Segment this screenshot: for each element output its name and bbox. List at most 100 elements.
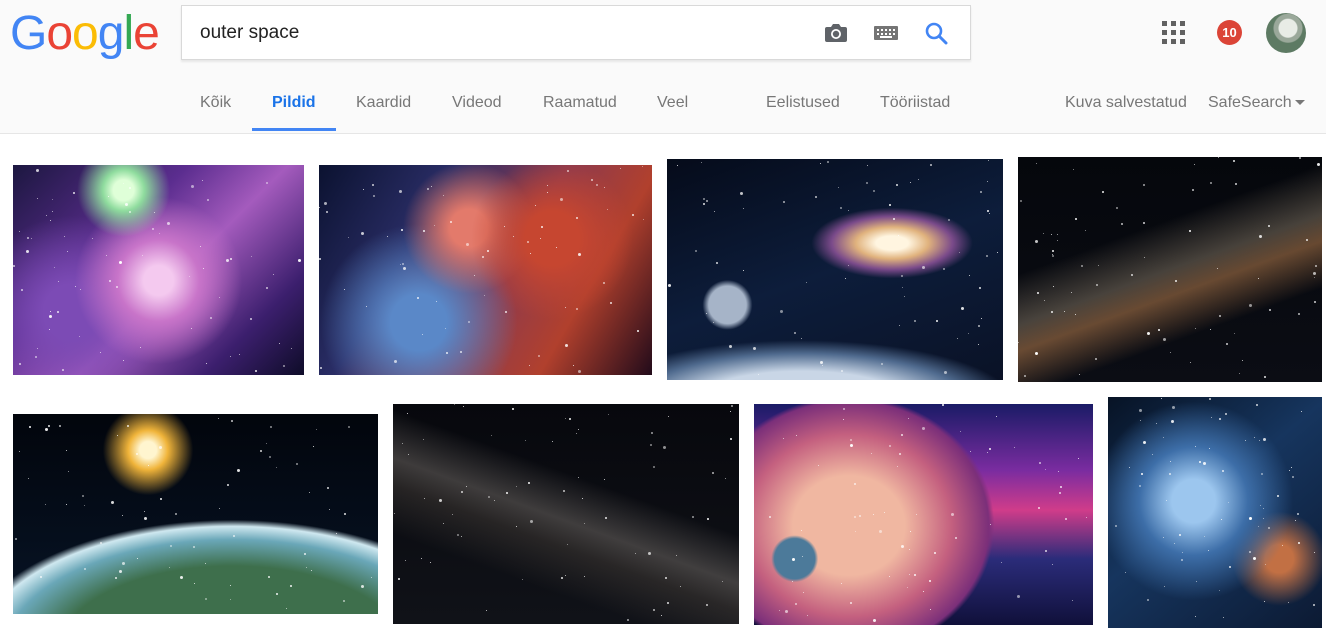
star-speck [578,370,581,373]
image-result[interactable] [319,165,652,375]
star-speck [843,408,845,410]
avatar[interactable] [1266,13,1306,53]
star-speck [695,250,697,252]
star-speck [1195,446,1196,447]
tab-pildid[interactable]: Pildid [272,94,316,112]
star-speck [547,185,548,186]
star-speck [407,413,408,414]
star-speck [66,450,67,451]
star-speck [348,426,350,428]
tab-tooriistad[interactable]: Tööriistad [880,94,950,112]
star-speck [54,267,55,268]
star-speck [1218,157,1219,158]
star-speck [403,267,406,270]
star-speck [840,207,842,209]
star-speck [706,313,707,314]
star-speck [439,499,442,502]
google-logo[interactable]: Google [10,8,160,60]
star-speck [822,365,823,366]
image-result[interactable] [1018,157,1322,382]
keyboard-icon[interactable] [872,20,900,46]
image-result[interactable] [13,165,304,375]
camera-icon[interactable] [822,20,850,46]
star-speck [230,599,231,600]
star-speck [108,196,109,197]
star-speck [527,241,529,243]
star-speck [58,281,59,282]
star-speck [306,567,307,568]
star-speck [650,444,652,446]
star-speck [13,265,15,267]
star-speck [1001,562,1002,563]
star-speck [169,567,170,568]
star-speck [801,530,802,531]
star-speck [955,537,957,539]
tab-veel[interactable]: Veel [657,94,688,112]
star-speck [431,186,432,187]
star-speck [1141,473,1143,475]
star-speck [122,515,123,516]
star-speck [144,511,145,512]
star-speck [19,363,21,365]
star-speck [1314,277,1315,278]
safesearch-dropdown[interactable]: SafeSearch [1208,94,1305,112]
star-speck [867,165,868,166]
star-speck [344,513,346,515]
star-speck [1217,268,1218,269]
tab-koik[interactable]: Kõik [200,94,231,112]
image-result[interactable] [1108,397,1322,628]
star-speck [850,439,852,441]
image-result[interactable] [754,404,1093,625]
star-speck [434,225,435,226]
star-speck [1073,169,1074,170]
apps-grid-icon[interactable] [1162,21,1186,45]
star-speck [191,328,192,329]
star-speck [909,574,910,575]
star-speck [1116,207,1118,209]
star-speck [167,222,170,225]
tab-kaardid[interactable]: Kaardid [356,94,411,112]
star-speck [981,318,982,319]
saved-images-link[interactable]: Kuva salvestatud [1065,94,1187,112]
star-speck [1258,526,1259,527]
star-speck [936,320,938,322]
star-speck [713,322,714,323]
star-speck [1253,557,1256,560]
star-speck [1121,223,1123,225]
star-speck [563,490,565,492]
image-result[interactable] [667,159,1003,380]
image-result[interactable] [13,414,378,614]
notifications-badge[interactable]: 10 [1217,20,1242,45]
star-speck [605,517,607,519]
star-speck [100,542,102,544]
star-speck [1282,545,1283,546]
star-speck [923,591,924,592]
search-input[interactable] [200,6,800,59]
star-speck [1234,333,1235,334]
star-speck [283,365,285,367]
star-speck [942,404,944,406]
star-speck [910,531,911,532]
star-speck [193,546,195,548]
star-speck [1043,233,1044,234]
star-speck [210,317,212,319]
star-speck [1059,492,1061,494]
image-result[interactable] [393,404,739,624]
star-speck [239,354,240,355]
star-speck [344,289,345,290]
star-speck [79,336,80,337]
tab-videod[interactable]: Videod [452,94,502,112]
search-icon[interactable] [922,20,950,46]
star-speck [230,356,231,357]
star-speck [653,609,655,611]
star-speck [1147,332,1150,335]
star-speck [591,179,593,181]
star-speck [560,198,563,201]
tab-eelistused[interactable]: Eelistused [766,94,840,112]
star-speck [535,205,536,206]
tab-raamatud[interactable]: Raamatud [543,94,617,112]
star-speck [922,266,925,269]
star-speck [604,479,605,480]
star-speck [848,210,849,211]
star-speck [1081,265,1083,267]
